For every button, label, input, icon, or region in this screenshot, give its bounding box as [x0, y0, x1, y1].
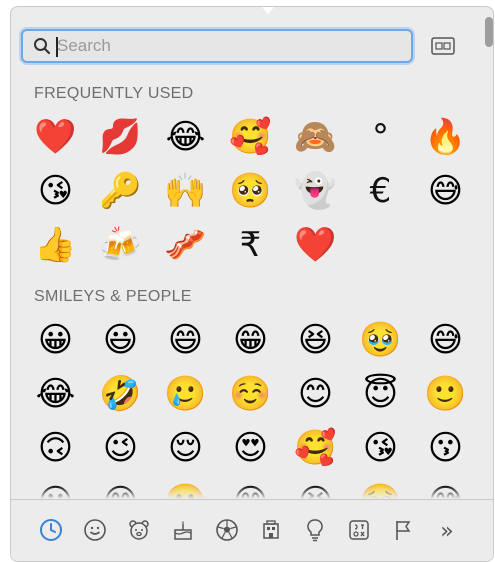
- category-symbols[interactable]: [337, 510, 381, 554]
- frequently-used-grid: ❤️ 💋 😂 🥰 🙈 ° 🔥 😘 🔑 🙌 🥺 👻 € 😅 👍 🍻 🥓 ₹ ❤️: [23, 110, 478, 272]
- emoji-cell[interactable]: 😘: [348, 421, 413, 475]
- emoji-cell[interactable]: 🥲: [153, 367, 218, 421]
- category-activity[interactable]: [205, 510, 249, 554]
- emoji-cell[interactable]: 😍: [218, 421, 283, 475]
- more-categories-button[interactable]: »: [425, 510, 469, 554]
- emoji-cell[interactable]: 😂: [23, 367, 88, 421]
- emoji-cell[interactable]: 😌: [153, 421, 218, 475]
- emoji-cell[interactable]: 👍: [23, 218, 88, 272]
- category-food-drink[interactable]: [161, 510, 205, 554]
- emoji-cell[interactable]: 😅: [413, 164, 478, 218]
- category-recently-used[interactable]: [29, 510, 73, 554]
- scrollbar-thumb[interactable]: [485, 17, 493, 47]
- lightbulb-icon: [303, 518, 327, 546]
- emoji-cell[interactable]: 😀: [23, 313, 88, 367]
- emoji-cell[interactable]: 😉: [88, 421, 153, 475]
- emoji-cell[interactable]: °: [348, 110, 413, 164]
- search-input[interactable]: [57, 35, 397, 57]
- emoji-cell[interactable]: 😁: [218, 313, 283, 367]
- emoji-cell[interactable]: 🔥: [413, 110, 478, 164]
- emoji-cell[interactable]: 🔑: [88, 164, 153, 218]
- soccer-ball-icon: [215, 518, 239, 546]
- section-title-smileys-people: SMILEYS & PEOPLE: [34, 288, 192, 305]
- emoji-cell[interactable]: 😃: [88, 313, 153, 367]
- emoji-cell[interactable]: ❤️: [283, 218, 348, 272]
- category-bar: »: [11, 499, 493, 561]
- double-chevron-icon: »: [440, 519, 454, 544]
- emoji-cell[interactable]: 😅: [413, 313, 478, 367]
- emoji-cell[interactable]: 😊: [283, 367, 348, 421]
- emoji-cell[interactable]: 🤣: [88, 367, 153, 421]
- emoji-cell[interactable]: 🙈: [283, 110, 348, 164]
- popover-notch: [261, 7, 275, 14]
- emoji-cell[interactable]: 🥹: [348, 313, 413, 367]
- emoji-cell[interactable]: 😘: [23, 164, 88, 218]
- emoji-cell[interactable]: 🥰: [283, 421, 348, 475]
- emoji-cell[interactable]: 💋: [88, 110, 153, 164]
- symbols-icon: [347, 518, 371, 546]
- bear-icon: [127, 518, 151, 546]
- emoji-cell[interactable]: 🙌: [153, 164, 218, 218]
- category-smileys-people[interactable]: [73, 510, 117, 554]
- emoji-cell[interactable]: 😄: [153, 313, 218, 367]
- scroll-fade: [11, 485, 493, 499]
- building-icon: [259, 518, 283, 546]
- smiley-icon: [83, 518, 107, 546]
- emoji-cell[interactable]: 🥺: [218, 164, 283, 218]
- search-icon: [33, 37, 51, 55]
- category-flags[interactable]: [381, 510, 425, 554]
- emoji-cell[interactable]: 😂: [153, 110, 218, 164]
- grid-view-toggle-icon[interactable]: [431, 37, 455, 55]
- search-field-container[interactable]: [21, 29, 413, 63]
- category-objects[interactable]: [293, 510, 337, 554]
- emoji-cell[interactable]: 🙃: [23, 421, 88, 475]
- section-title-frequently-used: FREQUENTLY USED: [34, 85, 194, 102]
- emoji-cell[interactable]: ☺️: [218, 367, 283, 421]
- cake-icon: [171, 518, 195, 546]
- emoji-cell[interactable]: 🍻: [88, 218, 153, 272]
- emoji-cell[interactable]: ❤️: [23, 110, 88, 164]
- emoji-cell[interactable]: 🥓: [153, 218, 218, 272]
- flag-icon: [391, 518, 415, 546]
- emoji-cell[interactable]: 😇: [348, 367, 413, 421]
- emoji-cell[interactable]: €: [348, 164, 413, 218]
- emoji-cell[interactable]: 🥰: [218, 110, 283, 164]
- category-animals-nature[interactable]: [117, 510, 161, 554]
- category-travel-places[interactable]: [249, 510, 293, 554]
- emoji-cell[interactable]: ₹: [218, 218, 283, 272]
- emoji-cell[interactable]: 😆: [283, 313, 348, 367]
- emoji-cell[interactable]: 😗: [413, 421, 478, 475]
- emoji-cell[interactable]: 👻: [283, 164, 348, 218]
- emoji-picker-panel: FREQUENTLY USED ❤️💋😂🥰🙈°🔥😘🔑🙌🥺👻€😅👍🍻🥓₹❤️ SM…: [10, 6, 494, 562]
- emoji-cell[interactable]: 🙂: [413, 367, 478, 421]
- clock-icon: [39, 518, 63, 546]
